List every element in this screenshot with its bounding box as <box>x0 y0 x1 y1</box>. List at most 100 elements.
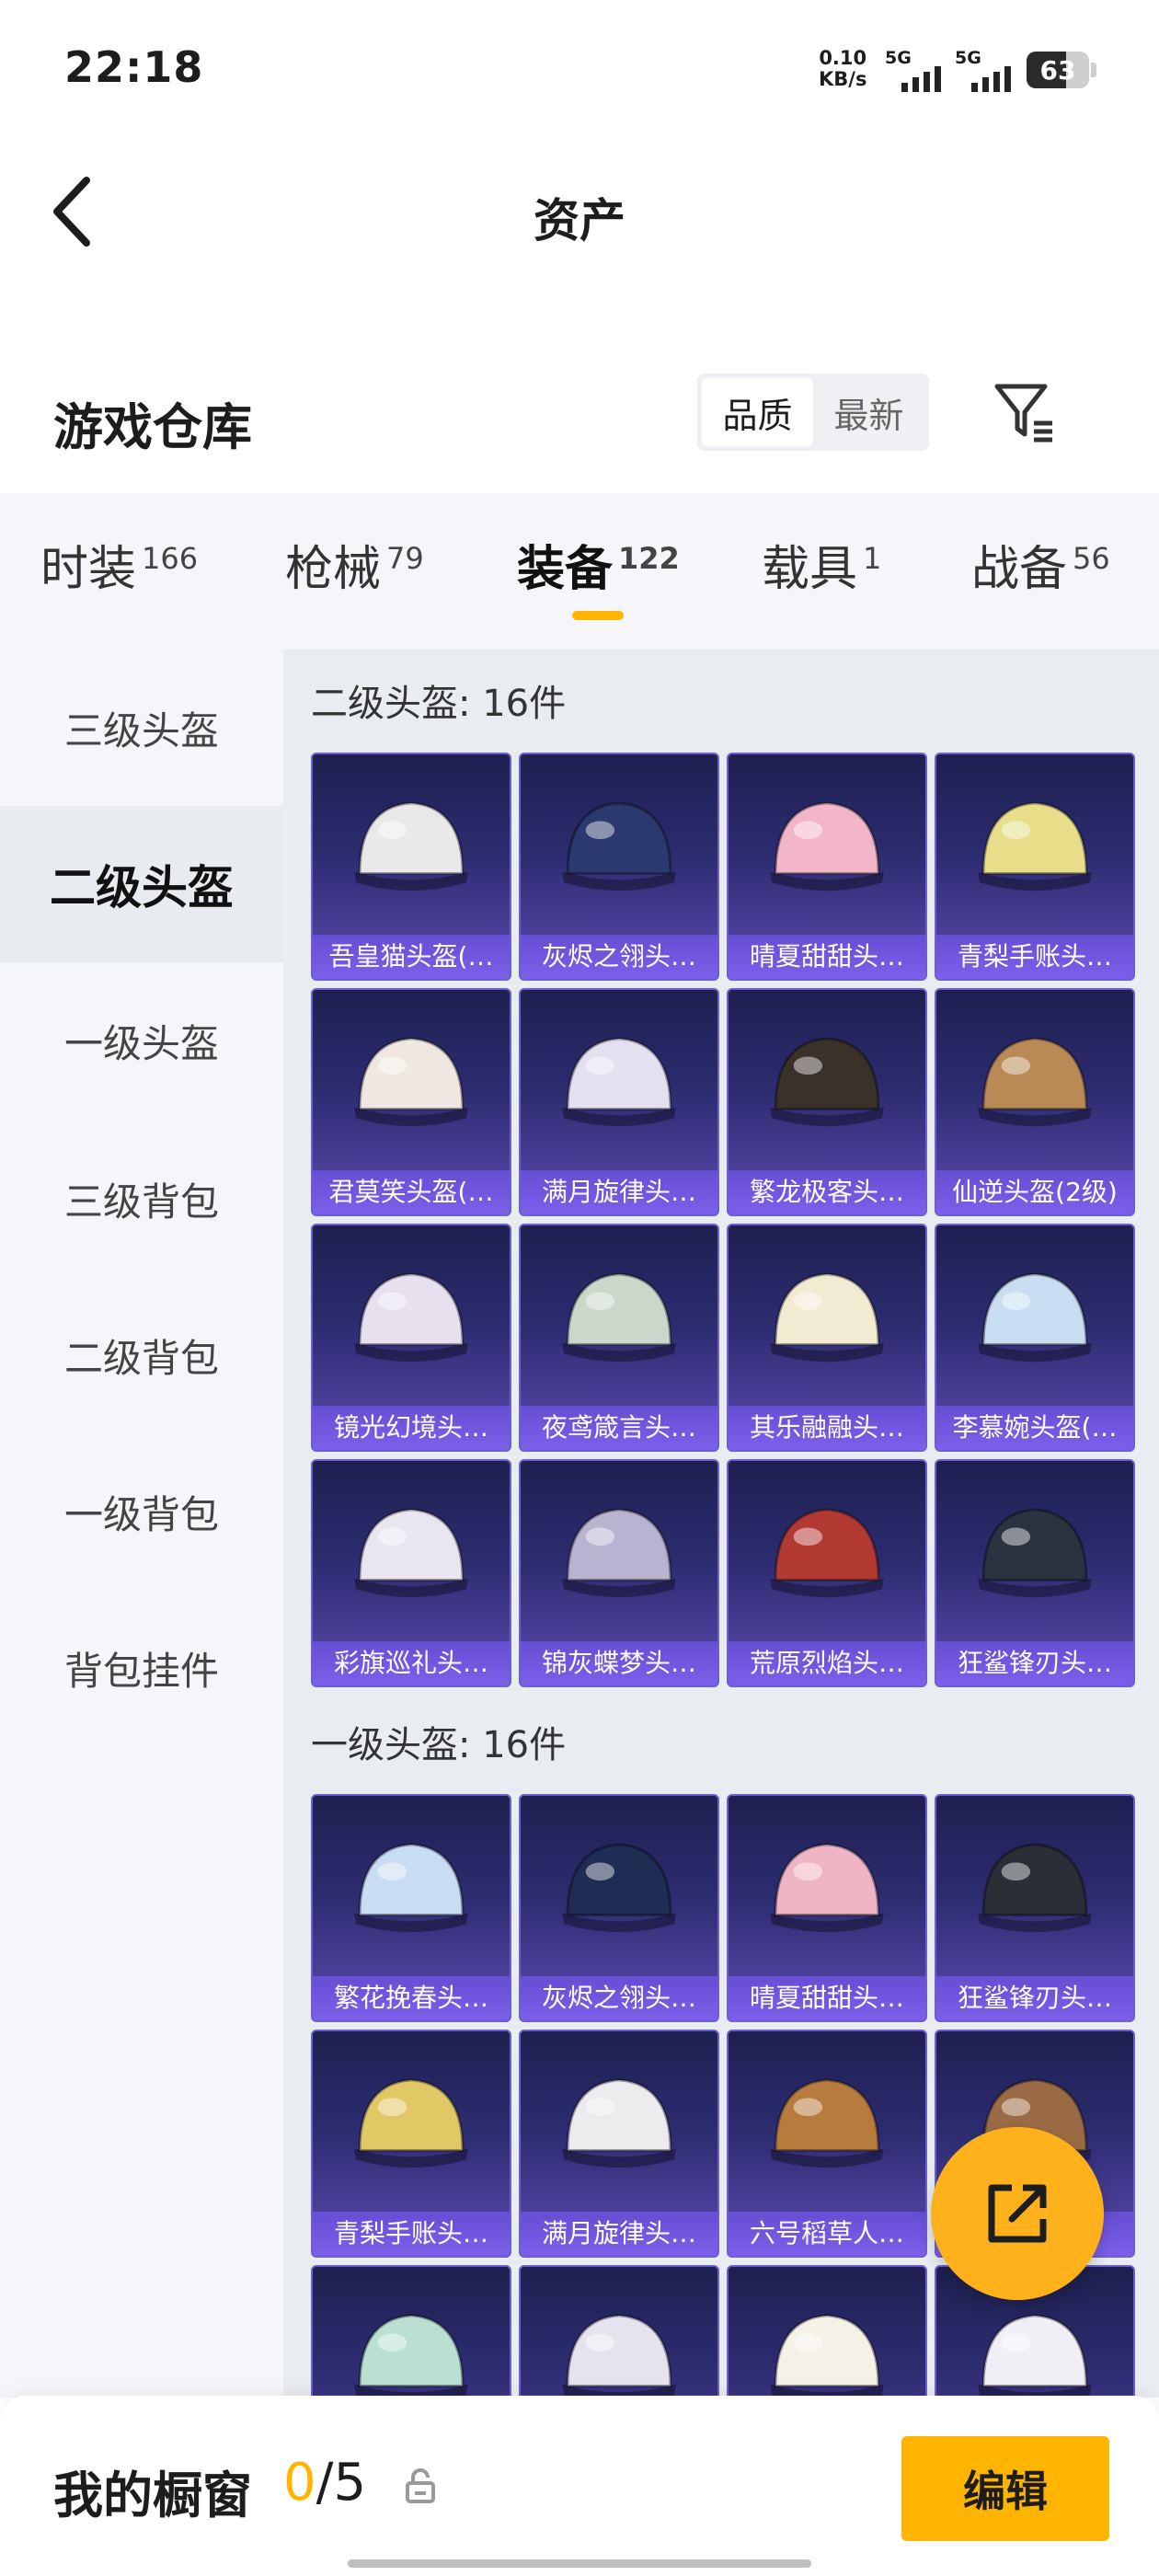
item-card[interactable]: 晴夏甜甜头… <box>727 1794 927 2022</box>
item-card[interactable]: 狂鲨锋刃头… <box>935 1794 1135 2022</box>
item-label: 青梨手账头… <box>313 2212 510 2256</box>
helmet-icon <box>770 1843 884 1933</box>
item-label: 灰烬之翎头… <box>521 935 717 979</box>
sidebar-item-level2-helmet[interactable]: 二级头盔 <box>0 806 283 962</box>
helmet-icon <box>770 2078 884 2168</box>
item-card[interactable]: 青梨手账头… <box>311 2030 511 2258</box>
item-card[interactable]: 镜光幻境头… <box>311 1224 511 1452</box>
category-tabs: 时装 166 枪械 79 装备 122 载具 1 战备 56 <box>0 493 1159 650</box>
item-card[interactable]: 君莫笑头盔(… <box>311 988 511 1216</box>
helmet-icon <box>978 1508 1092 1598</box>
item-card[interactable]: 锦灰蝶梦头… <box>519 1459 719 1687</box>
item-card[interactable]: 青梨手账头… <box>935 753 1135 981</box>
showcase-bar: 我的橱窗 0/5 编辑 <box>0 2396 1159 2576</box>
item-label: 满月旋律头… <box>521 2212 717 2256</box>
helmet-icon <box>562 1843 676 1933</box>
helmet-icon <box>770 1037 884 1127</box>
section-title-level2: 二级头盔: 16件 <box>311 683 567 725</box>
helmet-icon <box>770 2314 884 2398</box>
tab-equipment[interactable]: 装备 122 <box>517 530 680 599</box>
helmet-icon <box>354 801 468 891</box>
item-card[interactable]: 六号稻草人… <box>727 2030 927 2258</box>
item-label: 其乐融融头… <box>729 1406 925 1450</box>
helmet-icon <box>354 1508 468 1598</box>
helmet-icon <box>770 801 884 891</box>
helmet-icon <box>562 1272 676 1363</box>
item-label: 狂鲨锋刃头… <box>936 1641 1133 1685</box>
item-card[interactable]: 狂鲨锋刃头… <box>935 1459 1135 1687</box>
helmet-icon <box>978 1272 1092 1363</box>
item-card[interactable]: 满月旋律头… <box>519 2030 719 2258</box>
tab-vehicles[interactable]: 载具 1 <box>762 530 881 599</box>
helmet-icon <box>562 1037 676 1127</box>
item-card[interactable]: 繁花挽春头… <box>311 1794 511 2022</box>
item-card[interactable]: 彩旗巡礼头… <box>311 1459 511 1687</box>
helmet-icon <box>354 2078 468 2168</box>
item-label: 晴夏甜甜头… <box>729 935 925 979</box>
showcase-count: 0/5 <box>283 2453 367 2513</box>
item-label: 狂鲨锋刃头… <box>936 1976 1133 2020</box>
warehouse-title: 游戏仓库 <box>53 398 252 456</box>
item-card[interactable]: 仙逆头盔(2级) <box>935 988 1135 1216</box>
item-card[interactable] <box>519 2265 719 2398</box>
item-label: 仙逆头盔(2级) <box>936 1170 1133 1214</box>
helmet-icon <box>770 1508 884 1598</box>
item-label: 君莫笑头盔(… <box>313 1170 510 1214</box>
lock-icon <box>405 2467 436 2504</box>
sidebar-item-level1-helmet[interactable]: 一级头盔 <box>0 962 283 1119</box>
clock: 22:18 <box>64 42 204 92</box>
active-tab-indicator <box>572 611 624 620</box>
share-button[interactable] <box>931 2127 1104 2300</box>
item-label: 彩旗巡礼头… <box>313 1641 510 1685</box>
tab-combat-supplies[interactable]: 战备 56 <box>971 530 1110 599</box>
item-card[interactable]: 满月旋律头… <box>519 988 719 1216</box>
helmet-icon <box>562 1508 676 1598</box>
sidebar: 三级头盔 二级头盔 一级头盔 三级背包 二级背包 一级背包 背包挂件 <box>0 650 283 2398</box>
item-card[interactable] <box>311 2265 511 2398</box>
item-card[interactable]: 吾皇猫头盔(… <box>311 753 511 981</box>
helmet-icon <box>354 1843 468 1933</box>
item-card[interactable]: 灰烬之翎头… <box>519 753 719 981</box>
sort-quality-button[interactable]: 品质 <box>702 378 813 446</box>
item-card[interactable]: 灰烬之翎头… <box>519 1794 719 2022</box>
item-label: 李慕婉头盔(… <box>936 1406 1133 1450</box>
item-label: 满月旋律头… <box>521 1170 717 1214</box>
item-label: 镜光幻境头… <box>313 1406 510 1450</box>
share-icon <box>988 2184 1047 2243</box>
filter-icon[interactable] <box>992 379 1058 445</box>
sort-newest-button[interactable]: 最新 <box>813 378 924 446</box>
network-speed: 0.10 KB/s <box>819 47 867 90</box>
helmet-icon <box>354 1272 468 1363</box>
showcase-title: 我的橱窗 <box>53 2467 252 2524</box>
sidebar-item-backpack-charm[interactable]: 背包挂件 <box>0 1590 283 1746</box>
item-card[interactable]: 繁龙极客头… <box>727 988 927 1216</box>
item-label: 六号稻草人… <box>729 2212 925 2256</box>
item-label: 夜鸢箴言头… <box>521 1406 717 1450</box>
sidebar-item-level3-backpack[interactable]: 三级背包 <box>0 1121 283 1277</box>
item-card[interactable]: 荒原烈焰头… <box>727 1459 927 1687</box>
helmet-icon <box>562 2078 676 2168</box>
item-label: 锦灰蝶梦头… <box>521 1641 717 1685</box>
helmet-icon <box>770 1272 884 1363</box>
sidebar-item-level1-backpack[interactable]: 一级背包 <box>0 1433 283 1590</box>
item-label: 青梨手账头… <box>936 935 1133 979</box>
helmet-icon <box>562 2314 676 2398</box>
item-card[interactable]: 其乐融融头… <box>727 1224 927 1452</box>
item-card[interactable]: 李慕婉头盔(… <box>935 1224 1135 1452</box>
page-title: 资产 <box>534 194 625 247</box>
tab-guns[interactable]: 枪械 79 <box>285 530 424 599</box>
item-card[interactable] <box>727 2265 927 2398</box>
tab-fashion[interactable]: 时装 166 <box>40 530 198 599</box>
item-label: 吾皇猫头盔(… <box>313 935 510 979</box>
item-card[interactable]: 晴夏甜甜头… <box>727 753 927 981</box>
section-title-level1: 一级头盔: 16件 <box>311 1724 567 1766</box>
item-label: 荒原烈焰头… <box>729 1641 925 1685</box>
edit-button[interactable]: 编辑 <box>901 2436 1109 2541</box>
helmet-icon <box>978 801 1092 891</box>
helmet-icon <box>354 2314 468 2398</box>
helmet-icon <box>978 1037 1092 1127</box>
sidebar-item-level2-backpack[interactable]: 二级背包 <box>0 1277 283 1433</box>
item-label: 繁龙极客头… <box>729 1170 925 1214</box>
item-card[interactable]: 夜鸢箴言头… <box>519 1224 719 1452</box>
sidebar-item-level3-helmet[interactable]: 三级头盔 <box>0 650 283 806</box>
